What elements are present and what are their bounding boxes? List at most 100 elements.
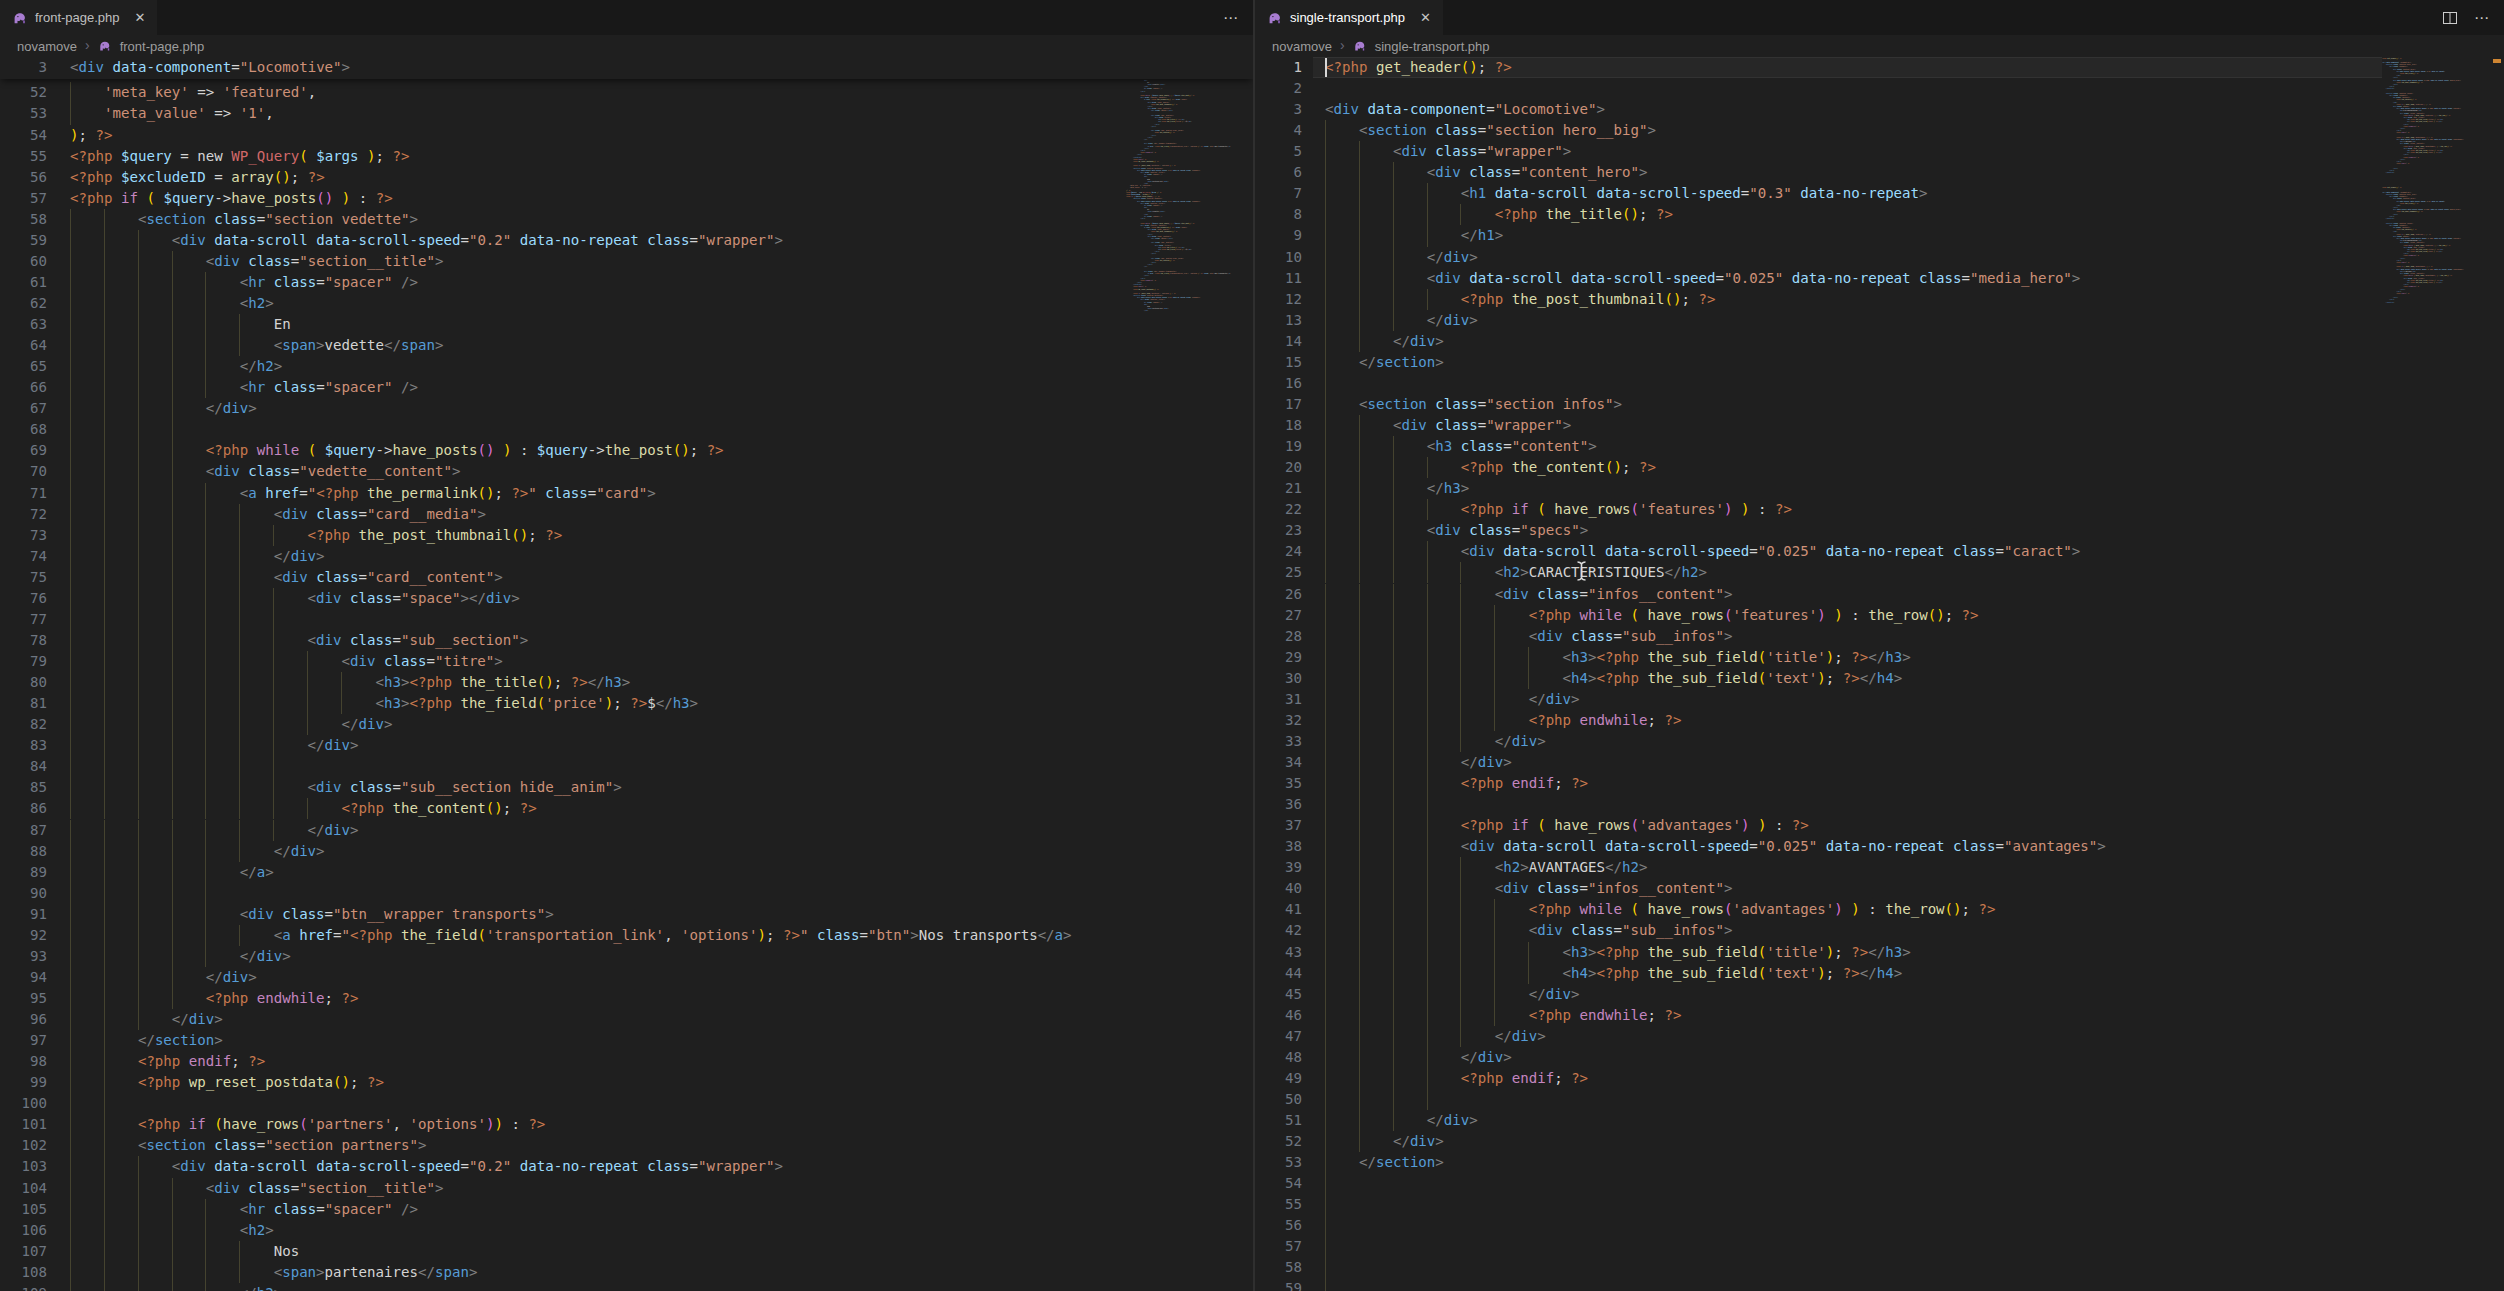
line-number[interactable]: 59	[0, 230, 47, 251]
line-number[interactable]: 42	[1255, 920, 1302, 941]
line-number[interactable]: 90	[0, 883, 47, 904]
code-line-37[interactable]: 37 <?php if ( have_rows('advantages') ) …	[1255, 815, 2504, 836]
more-actions-icon[interactable]: ⋯	[1223, 9, 1239, 27]
line-number[interactable]: 69	[0, 440, 47, 461]
line-number[interactable]: 32	[1255, 710, 1302, 731]
line-number[interactable]: 70	[0, 461, 47, 482]
line-number[interactable]: 44	[1255, 963, 1302, 984]
line-number[interactable]: 74	[0, 546, 47, 567]
code-line-17[interactable]: 17 <section class="section infos">	[1255, 394, 2504, 415]
line-number[interactable]: 5	[1255, 141, 1302, 162]
line-number[interactable]: 55	[1255, 1194, 1302, 1215]
code-line-94[interactable]: 94 </div>	[0, 967, 1253, 988]
line-number[interactable]: 66	[0, 377, 47, 398]
code-line-59[interactable]: 59 <div data-scroll data-scroll-speed="0…	[0, 230, 1253, 251]
line-number[interactable]: 14	[1255, 331, 1302, 352]
line-number[interactable]: 4	[1255, 120, 1302, 141]
code-line-24[interactable]: 24 <div data-scroll data-scroll-speed="0…	[1255, 541, 2504, 562]
line-number[interactable]: 72	[0, 504, 47, 525]
code-line-23[interactable]: 23 <div class="specs">	[1255, 520, 2504, 541]
code-line-79[interactable]: 79 <div class="titre">	[0, 651, 1253, 672]
line-number[interactable]: 26	[1255, 584, 1302, 605]
line-number[interactable]: 94	[0, 967, 47, 988]
code-line-7[interactable]: 7 <h1 data-scroll data-scroll-speed="0.3…	[1255, 183, 2504, 204]
code-line-52[interactable]: 52 </div>	[1255, 1131, 2504, 1152]
code-line-25[interactable]: 25 <h2>CARACTERISTIQUES</h2>	[1255, 562, 2504, 583]
line-number[interactable]: 97	[0, 1030, 47, 1051]
minimap[interactable]: 'meta_key' => 'featured', 'meta_value' =…	[1126, 57, 1236, 1291]
line-number[interactable]: 20	[1255, 457, 1302, 478]
code-line-83[interactable]: 83 </div>	[0, 735, 1253, 756]
line-number[interactable]: 58	[1255, 1257, 1302, 1278]
sticky-scroll-line[interactable]: 3<div data-component="Locomotive">	[0, 57, 1253, 79]
overview-ruler[interactable]	[1236, 57, 1253, 1291]
line-number[interactable]: 54	[1255, 1173, 1302, 1194]
line-number[interactable]: 108	[0, 1262, 47, 1283]
line-number[interactable]: 39	[1255, 857, 1302, 878]
code-line-102[interactable]: 102 <section class="section partners">	[0, 1135, 1253, 1156]
line-number[interactable]: 81	[0, 693, 47, 714]
code-line-14[interactable]: 14 </div>	[1255, 331, 2504, 352]
line-number[interactable]: 57	[1255, 1236, 1302, 1257]
line-number[interactable]: 23	[1255, 520, 1302, 541]
line-number[interactable]: 2	[1255, 78, 1302, 99]
code-line-59[interactable]: 59	[1255, 1278, 2504, 1291]
code-line-42[interactable]: 42 <div class="sub__infos">	[1255, 920, 2504, 941]
line-number[interactable]: 85	[0, 777, 47, 798]
line-number[interactable]: 87	[0, 820, 47, 841]
line-number[interactable]: 86	[0, 798, 47, 819]
code-line-90[interactable]: 90	[0, 883, 1253, 904]
code-line-69[interactable]: 69 <?php while ( $query->have_posts() ) …	[0, 440, 1253, 461]
code-line-52[interactable]: 52 'meta_key' => 'featured',	[0, 82, 1253, 103]
line-number[interactable]: 47	[1255, 1026, 1302, 1047]
line-number[interactable]: 9	[1255, 225, 1302, 246]
code-line-62[interactable]: 62 <h2>	[0, 293, 1253, 314]
line-number[interactable]: 88	[0, 841, 47, 862]
code-line-64[interactable]: 64 <span>vedette</span>	[0, 335, 1253, 356]
code-line-19[interactable]: 19 <h3 class="content">	[1255, 436, 2504, 457]
line-number[interactable]: 73	[0, 525, 47, 546]
line-number[interactable]: 93	[0, 946, 47, 967]
line-number[interactable]: 22	[1255, 499, 1302, 520]
line-number[interactable]: 6	[1255, 162, 1302, 183]
line-number[interactable]: 65	[0, 356, 47, 377]
line-number[interactable]: 34	[1255, 752, 1302, 773]
code-line-29[interactable]: 29 <h3><?php the_sub_field('title'); ?><…	[1255, 647, 2504, 668]
line-number[interactable]: 17	[1255, 394, 1302, 415]
breadcrumb-file[interactable]: single-transport.php	[1375, 39, 1490, 54]
code-line-3[interactable]: 3<div data-component="Locomotive">	[1255, 99, 2504, 120]
line-number[interactable]: 53	[0, 103, 47, 124]
code-line-103[interactable]: 103 <div data-scroll data-scroll-speed="…	[0, 1156, 1253, 1177]
code-line-76[interactable]: 76 <div class="space"></div>	[0, 588, 1253, 609]
line-number[interactable]: 45	[1255, 984, 1302, 1005]
line-number[interactable]: 62	[0, 293, 47, 314]
line-number[interactable]: 101	[0, 1114, 47, 1135]
code-line-101[interactable]: 101 <?php if (have_rows('partners', 'opt…	[0, 1114, 1253, 1135]
line-number[interactable]: 95	[0, 988, 47, 1009]
code-line-96[interactable]: 96 </div>	[0, 1009, 1253, 1030]
line-number[interactable]: 13	[1255, 310, 1302, 331]
code-line-49[interactable]: 49 <?php endif; ?>	[1255, 1068, 2504, 1089]
close-icon[interactable]: ✕	[135, 10, 146, 25]
line-number[interactable]: 49	[1255, 1068, 1302, 1089]
code-line-15[interactable]: 15 </section>	[1255, 352, 2504, 373]
close-icon[interactable]: ✕	[1420, 10, 1431, 25]
code-line-1[interactable]: 1<?php get_header(); ?>	[1255, 57, 2504, 78]
code-line-28[interactable]: 28 <div class="sub__infos">	[1255, 626, 2504, 647]
code-line-104[interactable]: 104 <div class="section__title">	[0, 1178, 1253, 1199]
line-number[interactable]: 30	[1255, 668, 1302, 689]
breadcrumb-folder[interactable]: novamove	[1272, 39, 1332, 54]
code-line-58[interactable]: 58	[1255, 1257, 2504, 1278]
code-line-55[interactable]: 55<?php $query = new WP_Query( $args ); …	[0, 146, 1253, 167]
line-number[interactable]: 28	[1255, 626, 1302, 647]
line-number[interactable]: 71	[0, 483, 47, 504]
code-line-46[interactable]: 46 <?php endwhile; ?>	[1255, 1005, 2504, 1026]
line-number[interactable]: 79	[0, 651, 47, 672]
line-number[interactable]: 43	[1255, 942, 1302, 963]
code-line-98[interactable]: 98 <?php endif; ?>	[0, 1051, 1253, 1072]
code-line-58[interactable]: 58 <section class="section vedette">	[0, 209, 1253, 230]
line-number[interactable]: 96	[0, 1009, 47, 1030]
code-line-105[interactable]: 105 <hr class="spacer" />	[0, 1199, 1253, 1220]
code-line-13[interactable]: 13 </div>	[1255, 310, 2504, 331]
code-line-89[interactable]: 89 </a>	[0, 862, 1253, 883]
